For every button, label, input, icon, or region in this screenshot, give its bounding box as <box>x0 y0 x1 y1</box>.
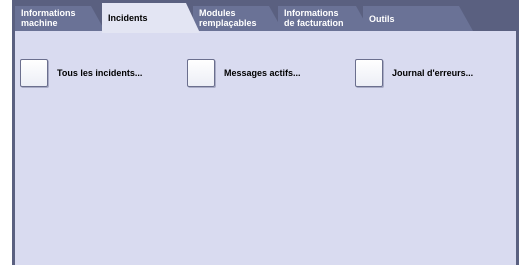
messages-actifs-button[interactable]: Messages actifs... <box>187 59 301 87</box>
messages-actifs-label: Messages actifs... <box>224 68 301 78</box>
tab-label: Informations machine <box>21 8 76 28</box>
incidents-panel: Tous les incidents... Messages actifs...… <box>15 31 516 265</box>
checkbox-button-icon[interactable] <box>355 59 383 87</box>
tous-les-incidents-button[interactable]: Tous les incidents... <box>20 59 142 87</box>
journal-erreurs-button[interactable]: Journal d'erreurs... <box>355 59 473 87</box>
checkbox-button-icon[interactable] <box>187 59 215 87</box>
tab-informations-facturation[interactable]: Informations de facturation <box>278 6 370 31</box>
tab-incidents[interactable]: Incidents <box>102 3 200 33</box>
tab-modules-remplacables[interactable]: Modules remplaçables <box>193 6 283 31</box>
checkbox-button-icon[interactable] <box>20 59 48 87</box>
tab-label: Incidents <box>108 13 148 23</box>
tab-label: Informations de facturation <box>284 8 344 28</box>
tab-informations-machine[interactable]: Informations machine <box>15 6 105 31</box>
tab-outils[interactable]: Outils <box>363 6 473 31</box>
tab-label: Outils <box>369 14 395 24</box>
journal-erreurs-label: Journal d'erreurs... <box>392 68 474 78</box>
tab-bar: Informations machine Incidents Modules r… <box>12 0 519 31</box>
tous-les-incidents-label: Tous les incidents... <box>57 68 143 78</box>
tab-label: Modules remplaçables <box>199 8 257 28</box>
app-frame: Informations machine Incidents Modules r… <box>12 0 519 265</box>
